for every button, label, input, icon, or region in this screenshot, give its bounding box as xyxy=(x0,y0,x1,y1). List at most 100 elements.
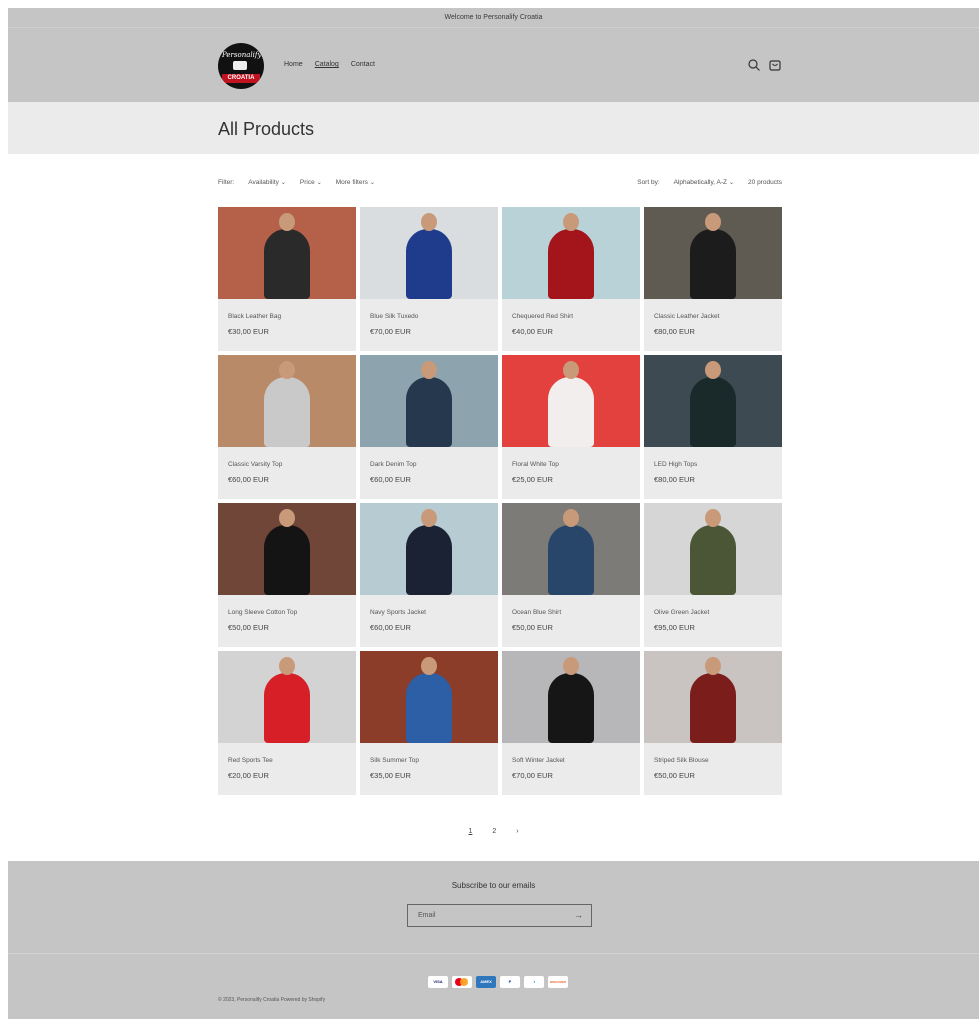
sort-select[interactable]: Alphabetically, A-Z ⌄ xyxy=(674,179,734,186)
product-price: €70,00 EUR xyxy=(512,771,553,780)
product-card[interactable]: Dark Denim Top €60,00 EUR xyxy=(360,355,498,499)
price-filter[interactable]: Price ⌄ xyxy=(300,179,322,186)
site-header: Personalify CROATIA Home Catalog Contact xyxy=(8,27,979,102)
product-image[interactable] xyxy=(218,207,356,299)
product-figure-head xyxy=(705,361,721,379)
product-image[interactable] xyxy=(644,651,782,743)
product-grid: Black Leather Bag €30,00 EUR Blue Silk Tux… xyxy=(218,207,782,795)
product-image[interactable] xyxy=(218,503,356,595)
store-logo[interactable]: Personalify CROATIA xyxy=(218,43,264,89)
search-icon[interactable] xyxy=(747,58,761,72)
product-card[interactable]: Silk Summer Top €35,00 EUR xyxy=(360,651,498,795)
chevron-down-icon: ⌄ xyxy=(729,180,735,186)
page-link-2[interactable]: 2 xyxy=(492,828,496,835)
discover-icon: DISCOVER xyxy=(548,976,568,988)
product-figure xyxy=(690,673,736,743)
product-image[interactable] xyxy=(502,207,640,299)
newsletter-section: Subscribe to our emails Email → xyxy=(8,861,979,953)
product-title[interactable]: Chequered Red Shirt xyxy=(512,313,573,320)
announcement-bar: Welcome to Personalify Croatia xyxy=(8,8,979,27)
paypal-icon: P xyxy=(500,976,520,988)
logo-emblem xyxy=(233,61,247,70)
product-title[interactable]: LED High Tops xyxy=(654,461,697,468)
product-figure xyxy=(264,525,310,595)
filter-label: Filter: xyxy=(218,179,235,186)
product-title[interactable]: Long Sleeve Cotton Top xyxy=(228,609,297,616)
nav-catalog[interactable]: Catalog xyxy=(315,61,339,68)
product-image[interactable] xyxy=(360,207,498,299)
more-filters[interactable]: More filters ⌄ xyxy=(336,179,375,186)
product-title[interactable]: Floral White Top xyxy=(512,461,559,468)
product-title[interactable]: Black Leather Bag xyxy=(228,313,281,320)
product-card[interactable]: Striped Silk Blouse €50,00 EUR xyxy=(644,651,782,795)
product-card[interactable]: Long Sleeve Cotton Top €50,00 EUR xyxy=(218,503,356,647)
availability-filter[interactable]: Availability ⌄ xyxy=(248,179,286,186)
product-image[interactable] xyxy=(502,355,640,447)
product-card[interactable]: Ocean Blue Shirt €50,00 EUR xyxy=(502,503,640,647)
cart-icon[interactable] xyxy=(768,58,782,72)
product-image[interactable] xyxy=(644,503,782,595)
product-figure-head xyxy=(421,213,437,231)
product-card[interactable]: Soft Winter Jacket €70,00 EUR xyxy=(502,651,640,795)
nav-home[interactable]: Home xyxy=(284,61,303,68)
product-figure xyxy=(264,229,310,299)
product-figure xyxy=(406,673,452,743)
product-title[interactable]: Classic Varsity Top xyxy=(228,461,282,468)
product-count: 20 products xyxy=(748,179,782,186)
product-card[interactable]: Blue Silk Tuxedo €70,00 EUR xyxy=(360,207,498,351)
product-image[interactable] xyxy=(218,651,356,743)
product-image[interactable] xyxy=(218,355,356,447)
product-card[interactable]: Red Sports Tee €20,00 EUR xyxy=(218,651,356,795)
nav-contact[interactable]: Contact xyxy=(351,61,375,68)
filter-bar: Filter: Availability ⌄ Price ⌄ More filter… xyxy=(218,179,782,189)
product-figure-head xyxy=(279,213,295,231)
next-page-icon[interactable]: › xyxy=(516,828,518,835)
product-figure xyxy=(548,229,594,299)
product-title[interactable]: Classic Leather Jacket xyxy=(654,313,719,320)
product-title[interactable]: Red Sports Tee xyxy=(228,757,273,764)
product-title[interactable]: Striped Silk Blouse xyxy=(654,757,709,764)
diners-icon: ◑ xyxy=(524,976,544,988)
page-title: All Products xyxy=(218,119,315,139)
product-card[interactable]: Navy Sports Jacket €60,00 EUR xyxy=(360,503,498,647)
copyright: © 2023, Personalify Croatia Powered by S… xyxy=(218,997,326,1003)
product-card[interactable]: LED High Tops €80,00 EUR xyxy=(644,355,782,499)
product-title[interactable]: Navy Sports Jacket xyxy=(370,609,426,616)
product-title[interactable]: Soft Winter Jacket xyxy=(512,757,565,764)
product-figure-head xyxy=(279,361,295,379)
email-field[interactable]: Email → xyxy=(407,904,592,927)
product-price: €25,00 EUR xyxy=(512,475,553,484)
product-card[interactable]: Classic Leather Jacket €80,00 EUR xyxy=(644,207,782,351)
product-title[interactable]: Ocean Blue Shirt xyxy=(512,609,561,616)
product-price: €30,00 EUR xyxy=(228,327,269,336)
product-figure-head xyxy=(705,657,721,675)
product-image[interactable] xyxy=(644,355,782,447)
product-title[interactable]: Dark Denim Top xyxy=(370,461,416,468)
product-image[interactable] xyxy=(360,355,498,447)
product-image[interactable] xyxy=(502,503,640,595)
logo-band-text: CROATIA xyxy=(222,74,260,83)
product-title[interactable]: Blue Silk Tuxedo xyxy=(370,313,418,320)
product-card[interactable]: Chequered Red Shirt €40,00 EUR xyxy=(502,207,640,351)
product-image[interactable] xyxy=(644,207,782,299)
product-price: €50,00 EUR xyxy=(228,623,269,632)
mastercard-icon xyxy=(452,976,472,988)
product-figure-head xyxy=(563,657,579,675)
chevron-down-icon: ⌄ xyxy=(316,180,322,186)
product-title[interactable]: Silk Summer Top xyxy=(370,757,419,764)
product-figure-head xyxy=(705,213,721,231)
product-figure xyxy=(406,229,452,299)
product-card[interactable]: Classic Varsity Top €60,00 EUR xyxy=(218,355,356,499)
product-card[interactable]: Black Leather Bag €30,00 EUR xyxy=(218,207,356,351)
product-card[interactable]: Floral White Top €25,00 EUR xyxy=(502,355,640,499)
product-figure xyxy=(406,525,452,595)
product-figure-head xyxy=(705,509,721,527)
product-title[interactable]: Olive Green Jacket xyxy=(654,609,709,616)
product-image[interactable] xyxy=(360,651,498,743)
page-link-1[interactable]: 1 xyxy=(468,828,472,835)
product-card[interactable]: Olive Green Jacket €95,00 EUR xyxy=(644,503,782,647)
product-image[interactable] xyxy=(360,503,498,595)
product-image[interactable] xyxy=(502,651,640,743)
arrow-right-icon[interactable]: → xyxy=(574,910,583,920)
product-figure xyxy=(548,377,594,447)
